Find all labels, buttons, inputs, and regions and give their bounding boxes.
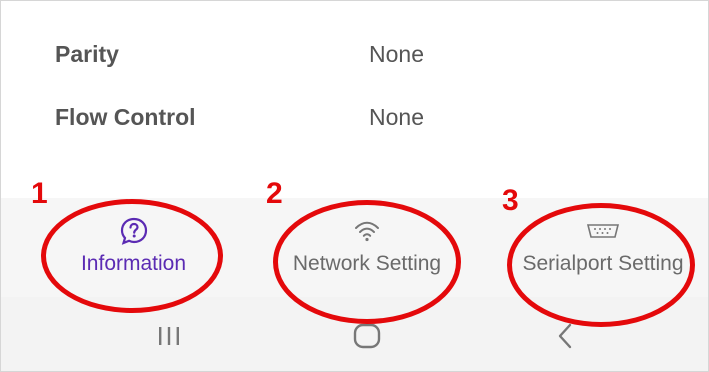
app-screen: Parity None Flow Control None Informatio… (0, 0, 709, 372)
help-chat-icon (119, 216, 149, 246)
tab-information[interactable]: Information (51, 198, 216, 297)
system-navigation-bar (1, 297, 708, 371)
tab-network-setting-label: Network Setting (292, 252, 442, 275)
tab-serialport-setting-label: Serialport Setting (522, 252, 684, 275)
annotation-number-1: 1 (31, 177, 48, 210)
flow-control-label: Flow Control (55, 104, 196, 130)
tab-serialport-setting[interactable]: Serialport Setting (513, 198, 693, 297)
wifi-icon (353, 216, 381, 246)
tab-network-setting[interactable]: Network Setting (281, 198, 453, 297)
annotation-number-3: 3 (502, 184, 519, 217)
back-icon[interactable] (545, 319, 585, 353)
parity-value: None (369, 41, 424, 67)
recents-icon[interactable] (149, 319, 189, 353)
home-icon[interactable] (347, 319, 387, 353)
serial-port-icon (586, 216, 620, 246)
tab-information-label: Information (80, 252, 187, 275)
annotation-number-2: 2 (266, 177, 283, 210)
parity-label: Parity (55, 41, 119, 67)
flow-control-value: None (369, 104, 424, 130)
bottom-navigation: Information Network Setting Serialport S… (1, 198, 708, 297)
